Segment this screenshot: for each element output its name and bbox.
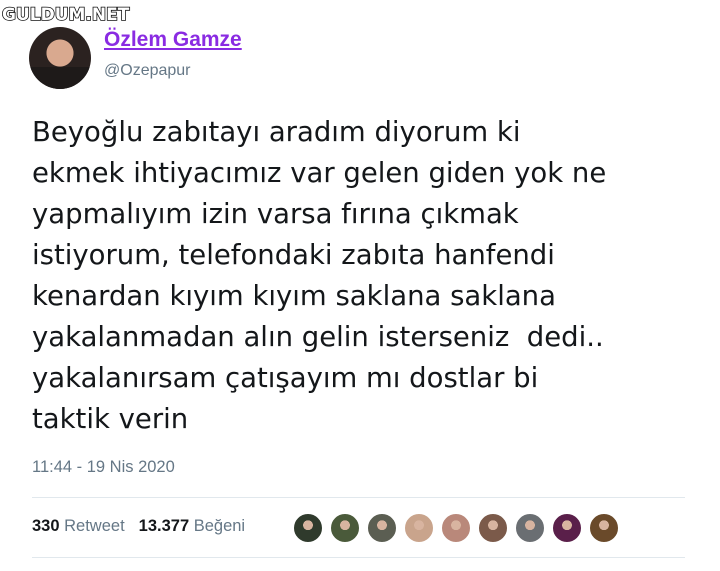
- liker-avatar[interactable]: [329, 512, 361, 544]
- display-name-link[interactable]: Özlem Gamze: [104, 28, 242, 52]
- tweet-timestamp[interactable]: 11:44 - 19 Nis 2020: [32, 458, 175, 477]
- liker-avatar[interactable]: [514, 512, 546, 544]
- tweet-line: yakalanmadan alın gelin isterseniz dedi.…: [32, 321, 604, 353]
- liker-avatar[interactable]: [551, 512, 583, 544]
- liker-avatar[interactable]: [477, 512, 509, 544]
- likes-label: Beğeni: [193, 517, 246, 535]
- likes-count: 13.377: [138, 517, 190, 535]
- liker-avatar[interactable]: [588, 512, 620, 544]
- liker-avatar[interactable]: [292, 512, 324, 544]
- tweet-line: Beyoğlu zabıtayı aradım diyorum ki: [32, 116, 521, 148]
- profile-avatar[interactable]: [29, 27, 91, 89]
- retweets-stat[interactable]: 330 Retweet: [32, 517, 125, 535]
- tweet-line: yapmalıyım izin varsa fırına çıkmak: [32, 198, 519, 230]
- tweet-line: kenardan kıyım kıyım saklana saklana: [32, 280, 556, 312]
- tweet-text: Beyoğlu zabıtayı aradım diyorum ki ekmek…: [32, 112, 702, 440]
- retweets-label: Retweet: [64, 517, 125, 535]
- liker-avatar[interactable]: [366, 512, 398, 544]
- tweet-line: ekmek ihtiyacımız var gelen giden yok ne: [32, 157, 607, 189]
- user-handle: @Ozepapur: [104, 62, 191, 79]
- divider: [32, 557, 685, 558]
- tweet-line: istiyorum, telefondaki zabıta hanfendi: [32, 239, 555, 271]
- retweets-count: 330: [32, 517, 60, 535]
- tweet-line: yakalanırsam çatışayım mı dostlar bi: [32, 362, 539, 394]
- liker-avatar[interactable]: [440, 512, 472, 544]
- watermark-logo: GULDUM.NET: [1, 4, 130, 26]
- liker-avatar[interactable]: [403, 512, 435, 544]
- tweet-stats: 330 Retweet 13.377 Beğeni: [32, 517, 245, 536]
- divider: [32, 497, 685, 498]
- tweet-line: taktik verin: [32, 403, 189, 435]
- likes-stat[interactable]: 13.377 Beğeni: [139, 517, 245, 535]
